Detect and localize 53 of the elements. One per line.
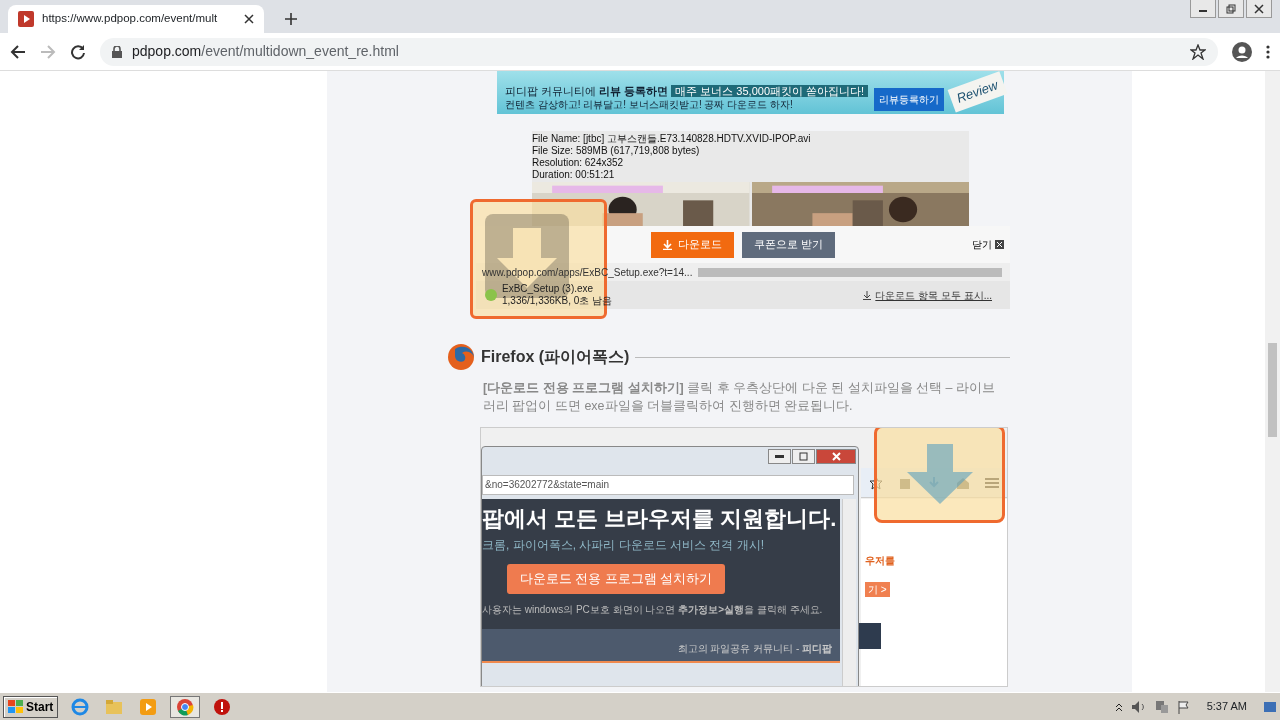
firefox-logo-icon	[447, 343, 475, 371]
installer-icon	[484, 288, 498, 302]
clock: 5:37 AM	[1206, 699, 1247, 715]
menu-icon[interactable]	[1266, 43, 1270, 60]
review-stamp: Review	[947, 71, 1008, 112]
promo-headline: 팝에서 모든 브라우저를 지원합니다.	[482, 505, 838, 534]
address-bar[interactable]: pdpop.com/event/multidown_event_re.html	[100, 37, 1218, 66]
page-text: 우저를	[865, 554, 895, 569]
network-icon[interactable]	[1154, 699, 1169, 714]
promo-note: 사용자는 windows의 PC보호 화면이 나오면 추가정보>실행을 클릭해 주세요.	[482, 602, 824, 617]
close-icon	[995, 240, 1004, 249]
file-info-text: Resolution: 624x352	[532, 157, 625, 169]
show-all-link[interactable]: 다운로드 항목 모두 표시...	[863, 287, 992, 303]
scrollbar[interactable]	[698, 267, 1002, 277]
new-tab-icon[interactable]	[284, 12, 298, 26]
close-button[interactable]: 닫기	[972, 237, 1004, 252]
browser-tab[interactable]: https://www.pdpop.com/event/mult	[8, 5, 264, 33]
minimize-icon[interactable]	[768, 449, 791, 465]
promo-subtitle: 크롬, 파이어폭스, 사파리 다운로드 서비스 전격 개시!	[482, 536, 765, 554]
file-info-text: File Size: 589MB (617,719,808 bytes)	[532, 145, 701, 157]
download-icon	[863, 290, 872, 300]
chevron-up-icon[interactable]	[1114, 701, 1123, 712]
scrollbar[interactable]	[842, 499, 856, 687]
back-icon[interactable]	[10, 43, 26, 60]
windows-logo-icon	[8, 699, 24, 714]
section-title: Firefox (파이어폭스)	[481, 347, 630, 367]
file-info-text: Duration: 00:51:21	[532, 169, 616, 181]
restore-icon[interactable]	[1218, 0, 1244, 18]
lock-icon	[112, 45, 122, 58]
banner[interactable]: 피디팝 커뮤니티에 리뷰 등록하면 매주 보너스 35,000패킷이 쏟아집니다! 컨텐츠 감상하고! 리뷰달고! 보너스패킷받고! 공짜 다운로드 하자! 리뷰등록하기 Review	[497, 71, 1004, 114]
minimize-icon[interactable]	[1190, 0, 1216, 18]
close-icon[interactable]	[244, 14, 254, 24]
banner-highlight: 매주 보너스 35,000패킷이 쏟아집니다!	[671, 84, 869, 97]
coupon-button[interactable]: 쿠폰으로 받기	[741, 231, 836, 258]
banner-text: 컨텐츠 감상하고! 리뷰달고! 보너스패킷받고! 공짜 다운로드 하자!	[505, 98, 794, 111]
review-button[interactable]: 리뷰등록하기	[874, 88, 945, 111]
show-desktop-icon[interactable]	[1263, 699, 1277, 714]
flag-icon[interactable]	[1176, 699, 1191, 714]
download-icon	[662, 239, 672, 250]
play-icon	[18, 11, 34, 27]
address-bar[interactable]: &no=36202772&state=main	[482, 475, 854, 496]
instruction-text: [다운로드 전용 프로그램 설치하기] 클릭 후 우측상단에 다운 된 설치파일을 선택 – 라이브러리 팝업이 뜨면 exe파일을 더블클릭하여 진행하면 완료됩니다.	[483, 380, 996, 416]
close-icon[interactable]	[1246, 0, 1272, 18]
start-button[interactable]: Start	[3, 695, 59, 718]
promo-footer: 최고의 파일공유 커뮤니티 - 피디팝	[482, 629, 840, 664]
banner-text: 피디팝 커뮤니티에 리뷰 등록하면	[505, 84, 669, 97]
speaker-icon[interactable]	[1130, 699, 1147, 714]
account-icon[interactable]	[1232, 41, 1252, 62]
star-icon[interactable]	[1190, 43, 1206, 60]
scrollbar[interactable]	[1265, 71, 1280, 692]
chrome-icon[interactable]	[170, 695, 201, 718]
file-info-text: File Name: [jtbc] 고부스캔들.E73.140828.HDTV.XVID-IPOP.avi	[532, 133, 812, 145]
reload-icon[interactable]	[70, 43, 86, 60]
